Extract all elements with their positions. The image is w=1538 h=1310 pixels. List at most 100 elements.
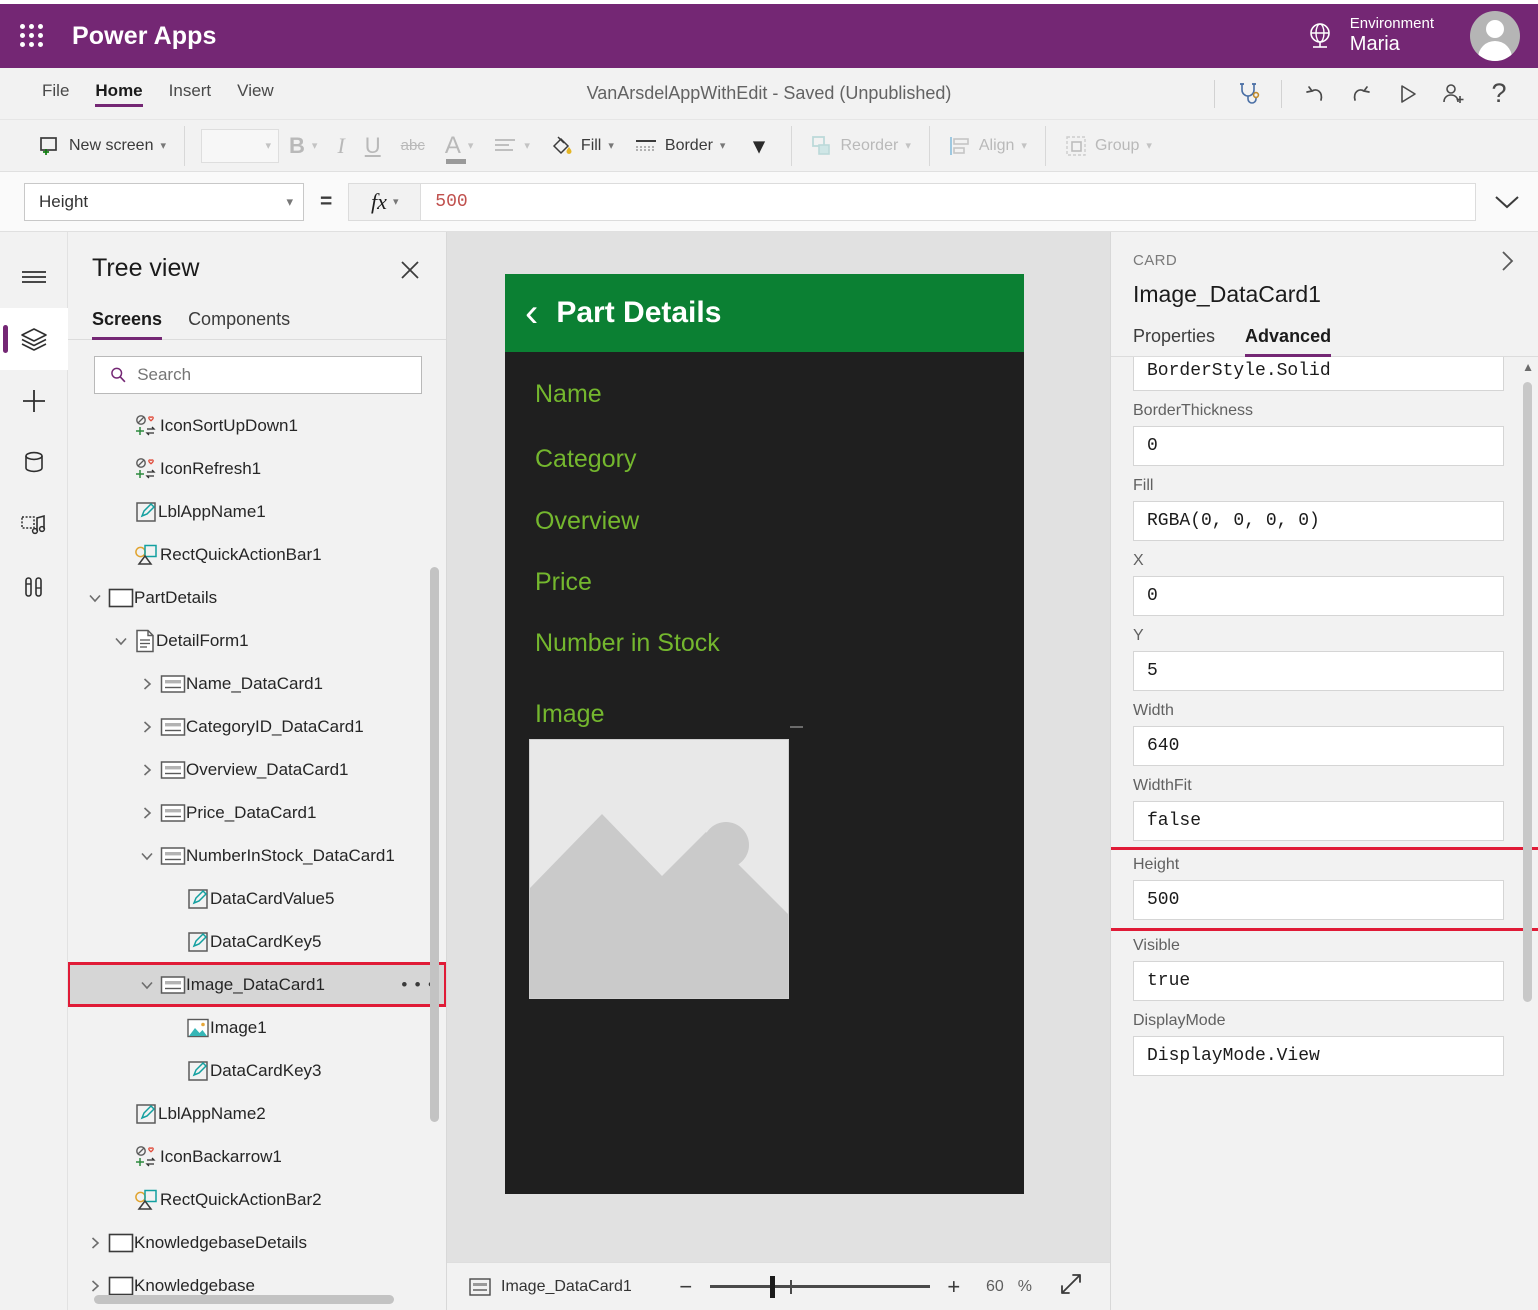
scroll-up-arrow-icon[interactable]: ▲ bbox=[1522, 360, 1534, 374]
tree-item[interactable]: Image1 bbox=[68, 1006, 446, 1049]
align-button[interactable]: Align ▾ bbox=[938, 127, 1037, 165]
tree-item[interactable]: RectQuickActionBar2 bbox=[68, 1178, 446, 1221]
tree-vertical-scrollbar[interactable] bbox=[430, 567, 439, 1122]
tree-item[interactable]: CategoryID_DataCard1 bbox=[68, 705, 446, 748]
tree-item[interactable]: LblAppName2 bbox=[68, 1092, 446, 1135]
help-icon[interactable]: ? bbox=[1476, 74, 1522, 114]
property-value-input[interactable]: 5 bbox=[1133, 651, 1504, 691]
tree-item[interactable]: DataCardKey3 bbox=[68, 1049, 446, 1092]
app-canvas[interactable]: ‹ Part Details Name Category Overview Pr… bbox=[447, 232, 1110, 1262]
media-icon[interactable] bbox=[0, 494, 68, 556]
chevron-right-icon[interactable] bbox=[82, 1235, 108, 1251]
tree-horizontal-scrollbar[interactable] bbox=[94, 1295, 394, 1304]
zoom-slider[interactable] bbox=[709, 1275, 930, 1298]
underline-button[interactable]: U bbox=[355, 127, 391, 165]
chevron-right-icon[interactable] bbox=[134, 762, 160, 778]
property-value-input[interactable]: RGBA(0, 0, 0, 0) bbox=[1133, 501, 1504, 541]
property-value-input[interactable]: 0 bbox=[1133, 426, 1504, 466]
search-box[interactable] bbox=[94, 356, 422, 394]
waffle-grid-icon[interactable] bbox=[18, 22, 46, 50]
property-value-input[interactable]: BorderStyle.Solid bbox=[1133, 357, 1504, 391]
chevron-down-icon[interactable] bbox=[134, 977, 160, 993]
hamburger-menu-icon[interactable] bbox=[0, 246, 68, 308]
menu-item-file[interactable]: File bbox=[42, 81, 69, 107]
property-value-input[interactable]: false bbox=[1133, 801, 1504, 841]
menu-item-insert[interactable]: Insert bbox=[169, 81, 212, 107]
app-screen-preview[interactable]: ‹ Part Details Name Category Overview Pr… bbox=[505, 274, 1024, 1194]
environment-switcher[interactable]: Environment Maria bbox=[1304, 11, 1538, 61]
chevron-down-icon[interactable] bbox=[108, 633, 134, 649]
close-icon[interactable] bbox=[394, 254, 426, 291]
tree-item[interactable]: NumberInStock_DataCard1 bbox=[68, 834, 446, 877]
property-value-input[interactable]: true bbox=[1133, 961, 1504, 1001]
tree-item[interactable]: KnowledgebaseDetails bbox=[68, 1221, 446, 1264]
tree-item[interactable]: IconRefresh1 bbox=[68, 447, 446, 490]
tree-item[interactable]: IconBackarrow1 bbox=[68, 1135, 446, 1178]
data-sources-icon[interactable] bbox=[0, 432, 68, 494]
undo-icon[interactable] bbox=[1292, 74, 1338, 114]
tree-item[interactable]: DataCardValue5 bbox=[68, 877, 446, 920]
property-select[interactable]: Height ▾ bbox=[24, 182, 304, 221]
fit-to-screen-icon[interactable] bbox=[1058, 1271, 1084, 1302]
chevron-right-icon[interactable] bbox=[134, 676, 160, 692]
insert-plus-icon[interactable] bbox=[0, 370, 68, 432]
new-screen-button[interactable]: New screen ▾ bbox=[28, 127, 176, 165]
tree-item[interactable]: LblAppName1 bbox=[68, 490, 446, 533]
advanced-tools-icon[interactable] bbox=[0, 556, 68, 618]
tree-item[interactable]: Overview_DataCard1 bbox=[68, 748, 446, 791]
font-color-button[interactable]: A ▾ bbox=[435, 127, 484, 165]
group-button[interactable]: Group ▾ bbox=[1054, 127, 1162, 165]
property-value-input[interactable]: DisplayMode.View bbox=[1133, 1036, 1504, 1076]
tree-item-selected[interactable]: Image_DataCard1 • • • bbox=[68, 962, 446, 1007]
chevron-right-icon[interactable] bbox=[1494, 248, 1520, 279]
font-family-select[interactable]: ▾ bbox=[201, 128, 280, 163]
image-placeholder-icon[interactable] bbox=[529, 739, 789, 999]
chevron-right-icon[interactable] bbox=[134, 719, 160, 735]
app-checker-icon[interactable] bbox=[1225, 74, 1271, 114]
properties-scrollbar[interactable] bbox=[1523, 382, 1532, 1002]
back-chevron-icon[interactable]: ‹ bbox=[525, 293, 538, 333]
tree-item[interactable]: DetailForm1 bbox=[68, 619, 446, 662]
fill-button[interactable]: Fill ▾ bbox=[540, 127, 624, 165]
tree-item[interactable]: Price_DataCard1 bbox=[68, 791, 446, 834]
tree-item[interactable]: Name_DataCard1 bbox=[68, 662, 446, 705]
border-button[interactable]: Border ▾ bbox=[624, 127, 736, 165]
tree-item[interactable]: IconSortUpDown1 bbox=[68, 404, 446, 447]
property-value-input[interactable]: 500 bbox=[1133, 880, 1504, 920]
tree-item[interactable]: RectQuickActionBar1 bbox=[68, 533, 446, 576]
bold-button[interactable]: B ▾ bbox=[279, 127, 327, 165]
fx-button[interactable]: fx ▾ bbox=[348, 182, 421, 221]
chevron-right-icon[interactable] bbox=[82, 1278, 108, 1294]
user-avatar-icon[interactable] bbox=[1470, 11, 1520, 61]
property-value-input[interactable]: 0 bbox=[1133, 576, 1504, 616]
strikethrough-button[interactable]: abc bbox=[391, 127, 435, 165]
redo-icon[interactable] bbox=[1338, 74, 1384, 114]
preview-play-icon[interactable] bbox=[1384, 74, 1430, 114]
tree-item[interactable]: DataCardKey5 bbox=[68, 920, 446, 963]
chevron-down-icon[interactable] bbox=[82, 590, 108, 606]
formula-input[interactable]: 500 bbox=[420, 182, 1476, 221]
italic-button[interactable]: I bbox=[327, 127, 354, 165]
property-value-input[interactable]: 640 bbox=[1133, 726, 1504, 766]
text-align-button[interactable]: ▾ bbox=[483, 127, 540, 165]
tab-properties[interactable]: Properties bbox=[1133, 326, 1215, 356]
menu-item-view[interactable]: View bbox=[237, 81, 274, 107]
menu-item-home[interactable]: Home bbox=[95, 81, 143, 107]
zoom-slider-thumb[interactable] bbox=[769, 1275, 775, 1298]
share-user-icon[interactable] bbox=[1430, 74, 1476, 114]
ribbon-more-button[interactable]: ▾ bbox=[735, 127, 782, 165]
tree-item[interactable]: PartDetails bbox=[68, 576, 446, 619]
tree-item-label: DetailForm1 bbox=[156, 630, 249, 650]
zoom-in-button[interactable]: + bbox=[944, 1274, 964, 1300]
search-input[interactable] bbox=[137, 365, 421, 385]
tab-screens[interactable]: Screens bbox=[92, 309, 163, 340]
chevron-right-icon[interactable] bbox=[134, 805, 160, 821]
tab-advanced[interactable]: Advanced bbox=[1245, 326, 1332, 357]
reorder-button[interactable]: Reorder ▾ bbox=[800, 127, 921, 165]
tree-view-layers-icon[interactable] bbox=[0, 308, 68, 370]
selection-handle[interactable] bbox=[790, 726, 803, 728]
formula-expand-button[interactable] bbox=[1476, 191, 1538, 213]
zoom-out-button[interactable]: − bbox=[676, 1274, 696, 1300]
chevron-down-icon[interactable] bbox=[134, 848, 160, 864]
tab-components[interactable]: Components bbox=[188, 309, 290, 339]
